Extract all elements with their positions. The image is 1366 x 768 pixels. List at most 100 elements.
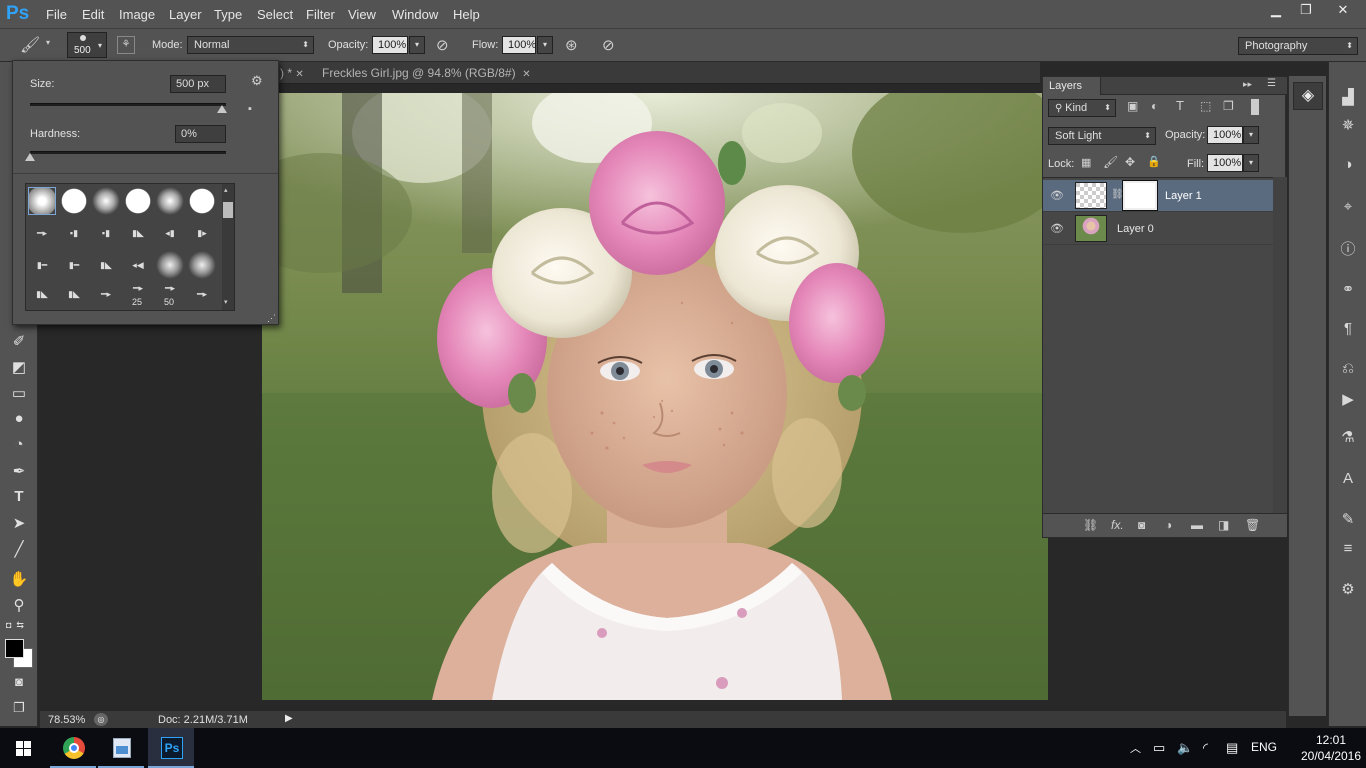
layer-opacity-dropdown[interactable]: ▾ (1243, 126, 1259, 144)
pressure-size-icon[interactable]: ⊘ (602, 36, 615, 54)
bristle-tip[interactable]: ▪▮ (92, 219, 120, 247)
layer-row-layer-0[interactable]: 👁 Layer 0 (1043, 213, 1273, 245)
soft-round-tip[interactable] (92, 187, 120, 215)
close-button[interactable]: ✕ (1320, 0, 1366, 20)
fill-input[interactable]: 100% (1207, 154, 1243, 172)
hard-round-tip[interactable] (124, 187, 152, 215)
hand-tool-icon[interactable]: ✋ (0, 570, 38, 588)
battery-icon[interactable]: ▭ (1153, 740, 1165, 756)
soft-round-tip[interactable] (156, 187, 184, 215)
mode-select[interactable]: Normal ⬍ (187, 36, 314, 54)
panel-menu-icon[interactable]: ☰ (1267, 78, 1276, 89)
document-image[interactable] (262, 93, 1048, 700)
airbrush-tip[interactable]: ◂◀ (124, 251, 152, 279)
hardness-slider-track[interactable] (30, 151, 226, 154)
filter-shape-icon[interactable]: ⬚ (1200, 99, 1211, 113)
scroll-down-icon[interactable]: ▾ (224, 298, 228, 306)
layer-opacity-input[interactable]: 100% (1207, 126, 1243, 144)
gradient-tool-icon[interactable]: ▭ (0, 384, 38, 402)
history-icon[interactable]: ⎌ (1329, 360, 1366, 377)
photos-taskbar-button[interactable] (98, 728, 144, 768)
collapse-icon[interactable]: ▸▸ (1243, 79, 1252, 90)
path-selection-icon[interactable]: ➤ (0, 514, 38, 532)
new-layer-icon[interactable]: ◨ (1218, 518, 1229, 532)
menu-type[interactable]: Type (214, 7, 242, 22)
layers-tab[interactable]: Layers (1043, 77, 1101, 95)
dodge-tool-icon[interactable]: ◔ (0, 436, 38, 453)
eraser-tool-icon[interactable]: ◩ (0, 358, 38, 376)
actions-icon[interactable]: ▶ (1329, 390, 1366, 408)
pen-tool-icon[interactable]: ✒ (0, 462, 38, 480)
bristle-tip[interactable]: ▮◣ (92, 251, 120, 279)
menu-help[interactable]: Help (453, 7, 480, 22)
filter-type-icon[interactable]: T (1176, 98, 1184, 113)
info-icon[interactable]: ⓘ (1329, 238, 1366, 259)
zoom-level[interactable]: 78.53% (48, 714, 85, 726)
brush-panel-icon[interactable]: ≡ (1329, 540, 1366, 557)
lock-position-icon[interactable]: ✥ (1125, 155, 1135, 169)
clock-date[interactable]: 20/04/2016 (1298, 749, 1364, 763)
filter-smart-object-icon[interactable]: ❐ (1223, 99, 1234, 113)
status-options-icon[interactable]: ◎ (94, 713, 108, 726)
layers-panel-icon[interactable]: ◈ (1293, 82, 1323, 110)
gear-icon[interactable]: ⚙ (251, 73, 263, 89)
add-mask-icon[interactable]: ◙ (1138, 518, 1145, 532)
bristle-tip[interactable]: ◂▮ (156, 219, 184, 247)
bristle-tip[interactable]: ━▸ (92, 283, 120, 311)
bristle-tip[interactable]: ▮◣ (28, 283, 56, 311)
soft-round-tip[interactable] (156, 251, 184, 279)
clock-time[interactable]: 12:01 (1306, 733, 1356, 747)
adjustment-layer-icon[interactable]: ◑ (1165, 518, 1172, 532)
link-layers-icon[interactable]: ⛓ (1083, 518, 1098, 532)
bristle-tip[interactable]: ▮━ (28, 251, 56, 279)
preset-scrollbar[interactable]: ▴ ▾ (222, 184, 234, 310)
paths-icon[interactable]: ⌖ (1329, 198, 1366, 215)
language-indicator[interactable]: ENG (1251, 740, 1277, 754)
menu-window[interactable]: Window (392, 7, 438, 22)
quick-mask-icon[interactable]: ◙ (0, 674, 38, 689)
photoshop-taskbar-button[interactable]: Ps (148, 728, 194, 768)
paragraph-icon[interactable]: ¶ (1329, 320, 1366, 337)
layer-row-layer-1[interactable]: 👁 ⛓ Layer 1 (1043, 180, 1273, 212)
opacity-input[interactable]: 100% (372, 36, 408, 54)
size-slider-track[interactable] (30, 103, 226, 106)
layers-scrollbar[interactable] (1273, 177, 1287, 513)
screen-mode-icon[interactable]: ❐ (0, 700, 38, 716)
tab-partial-document[interactable]: ) * ✕ (278, 62, 306, 84)
close-icon[interactable]: ✕ (295, 69, 303, 80)
navigator-icon[interactable]: ✵ (1329, 116, 1366, 134)
lock-image-icon[interactable]: 🖌 (1103, 155, 1118, 169)
hard-round-tip[interactable] (60, 187, 88, 215)
scroll-up-icon[interactable]: ▴ (224, 186, 228, 194)
status-menu-arrow-icon[interactable]: ▶ (285, 713, 293, 724)
soft-round-tip[interactable] (188, 251, 216, 279)
volume-icon[interactable]: 🔈 (1177, 740, 1193, 756)
fill-dropdown[interactable]: ▾ (1243, 154, 1259, 172)
brush-preset-picker[interactable]: 500 ▾ (67, 32, 107, 58)
size-input[interactable]: 500 px (170, 75, 226, 93)
soft-round-tip-selected[interactable] (28, 187, 56, 215)
chevron-down-icon[interactable]: ▾ (46, 38, 50, 47)
clone-source-icon[interactable]: ⚗ (1329, 428, 1366, 446)
zoom-tool-icon[interactable]: ⚲ (0, 596, 38, 614)
hardness-input[interactable]: 0% (175, 125, 226, 143)
minimize-button[interactable]: ▁ (1260, 0, 1292, 20)
new-preset-icon[interactable]: ▪ (248, 103, 252, 115)
scroll-thumb[interactable] (223, 202, 233, 218)
filter-adjustment-icon[interactable]: ◐ (1151, 99, 1158, 113)
menu-file[interactable]: File (46, 7, 67, 22)
bristle-tip[interactable]: ▮━ (60, 251, 88, 279)
foreground-color-swatch[interactable] (5, 639, 24, 658)
filter-toggle-icon[interactable] (1251, 99, 1259, 115)
filter-kind-select[interactable]: ⚲ Kind ⬍ (1048, 99, 1116, 117)
line-tool-icon[interactable]: ╱ (0, 540, 38, 558)
delete-layer-icon[interactable]: 🗑 (1245, 518, 1260, 532)
menu-select[interactable]: Select (257, 7, 293, 22)
layer-mask-thumbnail[interactable] (1123, 181, 1157, 210)
menu-image[interactable]: Image (119, 7, 155, 22)
blend-mode-select[interactable]: Soft Light ⬍ (1048, 127, 1156, 145)
channels-icon[interactable]: ⚭ (1329, 280, 1366, 298)
tab-freckles-girl[interactable]: Freckles Girl.jpg @ 94.8% (RGB/8#) ✕ (314, 62, 539, 84)
hard-round-tip[interactable] (188, 187, 216, 215)
bristle-tip[interactable]: ▪▮ (60, 219, 88, 247)
